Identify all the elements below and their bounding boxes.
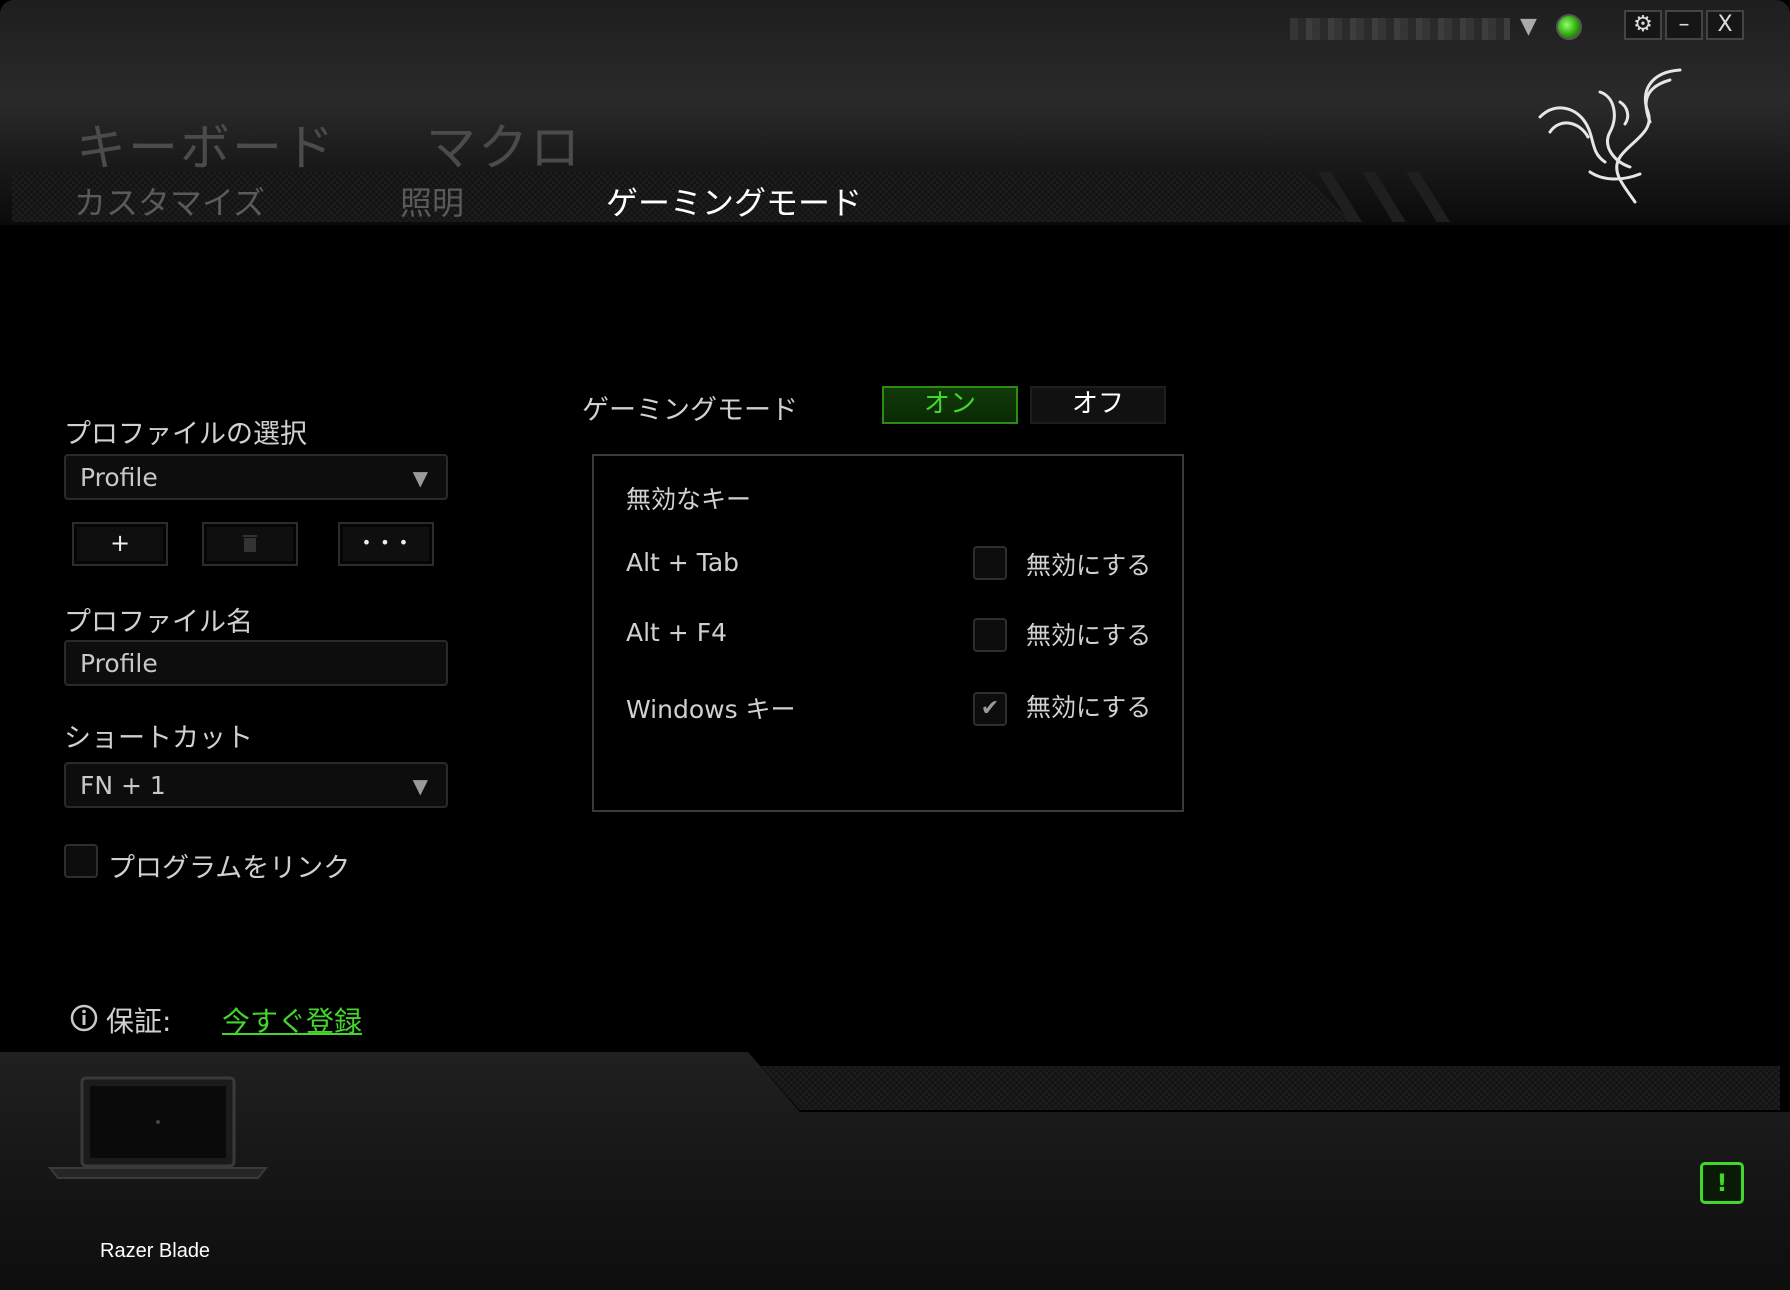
- chevron-down-icon: ▼: [412, 774, 428, 798]
- key-alt-tab-label: Alt + Tab: [626, 548, 740, 577]
- device-name: Razer Blade: [100, 1240, 211, 1262]
- footer-pattern: [760, 1066, 1780, 1110]
- profile-name-input[interactable]: Profile: [64, 640, 448, 686]
- tab-gaming-mode[interactable]: ゲーミングモード: [606, 178, 862, 224]
- disable-windows-key-checkbox[interactable]: ✔: [973, 692, 1007, 726]
- minimize-button[interactable]: –: [1665, 10, 1703, 40]
- checkmark-icon: ✔: [980, 696, 1000, 721]
- notification-alert-button[interactable]: !: [1700, 1162, 1744, 1204]
- profile-name-value: Profile: [80, 649, 158, 678]
- settings-button[interactable]: ⚙: [1624, 10, 1662, 40]
- link-program-label: プログラムをリンク: [108, 853, 351, 884]
- profile-select-label: プロファイルの選択: [64, 419, 307, 450]
- link-program-checkbox[interactable]: [64, 844, 98, 878]
- disable-windows-key-label: 無効にする: [1026, 693, 1152, 722]
- gaming-mode-on-button[interactable]: オン: [882, 386, 1018, 424]
- chevron-down-icon: ▼: [412, 466, 428, 490]
- disable-alt-f4-checkbox[interactable]: [973, 618, 1007, 652]
- shortcut-label: ショートカット: [64, 723, 253, 754]
- user-account-name[interactable]: [1290, 18, 1510, 40]
- key-windows-label: Windows キー: [626, 695, 796, 724]
- info-icon: [70, 1004, 98, 1032]
- profile-select-value: Profile: [80, 463, 158, 492]
- shortcut-select[interactable]: FN + 1 ▼: [64, 762, 448, 808]
- more-options-button[interactable]: • • •: [338, 522, 434, 566]
- profile-select[interactable]: Profile ▼: [64, 454, 448, 500]
- gear-icon: ⚙: [1633, 12, 1653, 37]
- trash-icon: [243, 535, 257, 552]
- key-alt-f4-label: Alt + F4: [626, 618, 727, 647]
- disable-alt-tab-label: 無効にする: [1026, 551, 1152, 580]
- alert-icon: !: [1716, 1169, 1728, 1197]
- user-dropdown-icon[interactable]: ▼: [1520, 14, 1537, 39]
- add-profile-button[interactable]: +: [72, 522, 168, 566]
- warranty-label: 保証:: [106, 1005, 172, 1038]
- register-now-link[interactable]: 今すぐ登録: [222, 1000, 362, 1040]
- disable-alt-tab-checkbox[interactable]: [973, 546, 1007, 580]
- gaming-mode-off-button[interactable]: オフ: [1030, 386, 1166, 424]
- disabled-keys-title: 無効なキー: [626, 485, 752, 514]
- tab-customize[interactable]: カスタマイズ: [74, 178, 265, 224]
- online-status-icon: [1556, 14, 1582, 40]
- profile-name-label: プロファイル名: [64, 607, 253, 638]
- disable-alt-f4-label: 無効にする: [1026, 621, 1152, 650]
- delete-profile-button[interactable]: [202, 522, 298, 566]
- laptop-device-icon[interactable]: [46, 1076, 270, 1180]
- gaming-mode-label: ゲーミングモード: [582, 395, 798, 426]
- tab-lighting[interactable]: 照明: [400, 178, 464, 224]
- razer-logo-icon: [1538, 68, 1682, 204]
- tab-macro[interactable]: マクロ: [426, 108, 582, 180]
- close-button[interactable]: X: [1706, 10, 1744, 40]
- tab-keyboard[interactable]: キーボード: [76, 108, 336, 180]
- shortcut-value: FN + 1: [80, 771, 166, 800]
